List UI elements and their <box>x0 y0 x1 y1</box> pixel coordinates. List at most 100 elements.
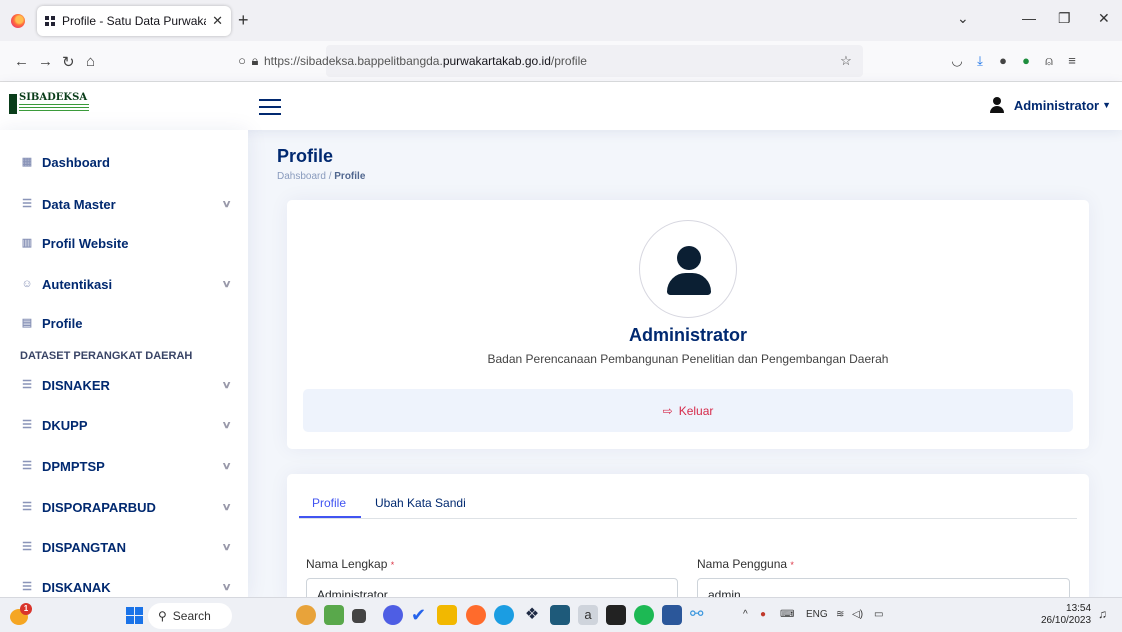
sidebar-item-profile[interactable]: ▤ Profile <box>20 311 230 335</box>
taskbar-app-game-icon[interactable] <box>296 605 316 625</box>
clock-date: 26/10/2023 <box>1041 615 1092 626</box>
taskbar-app-edge-icon[interactable] <box>494 605 514 625</box>
url-text[interactable]: https://sibadeksa.bappelitbangda.purwaka… <box>264 54 587 68</box>
taskbar-app-todo-icon[interactable]: ✔ <box>411 605 431 625</box>
chevron-down-icon: ∨ <box>221 581 232 593</box>
clock-time: 13:54 <box>1066 603 1092 614</box>
windows-start-icon[interactable] <box>126 607 143 624</box>
download-icon[interactable]: ⤓ <box>972 53 988 69</box>
sidebar-item-profil-website[interactable]: ▥ Profil Website <box>20 231 230 255</box>
taskbar-app-chat-icon[interactable] <box>383 605 403 625</box>
notification-badge: 1 <box>20 603 32 615</box>
taskbar-app-network-icon[interactable]: ⚯ <box>690 605 710 625</box>
person-icon <box>677 246 701 270</box>
database-icon: ☰ <box>22 541 32 553</box>
app-header: SIBADEKSA <box>0 82 1122 130</box>
grid-icon: ▦ <box>21 156 33 168</box>
card-icon: ▤ <box>21 317 33 329</box>
database-icon: ☰ <box>22 460 32 472</box>
user-name: Administrator <box>1013 97 1100 113</box>
breadcrumb-current: Profile <box>334 171 366 182</box>
profile-organization: Badan Perencanaan Pembangunan Penelitian… <box>487 352 889 366</box>
sidebar-item-disporaparbud[interactable]: ☰ DISPORAPARBUD ∨ <box>20 495 232 519</box>
menu-icon[interactable]: ≡ <box>1064 53 1080 69</box>
sidebar-item-dpmptsp[interactable]: ☰ DPMPTSP ∨ <box>20 454 232 478</box>
bookmark-star-icon[interactable]: ☆ <box>838 53 854 69</box>
close-tab-icon[interactable]: ✕ <box>212 13 223 29</box>
chevron-up-icon[interactable]: ^ <box>743 609 748 620</box>
new-tab-button[interactable]: + <box>238 10 249 31</box>
tab-list-icon[interactable]: ⌄ <box>957 10 969 27</box>
taskbar-app-amazon-icon[interactable]: a <box>578 605 598 625</box>
forward-icon[interactable]: → <box>38 53 53 70</box>
person-icon <box>989 97 1004 113</box>
sidebar-item-dkupp[interactable]: ☰ DKUPP ∨ <box>20 413 232 437</box>
taskbar-app-store-icon[interactable] <box>550 605 570 625</box>
breadcrumb: Dahsboard / Profile <box>277 171 366 182</box>
pocket-icon[interactable]: ◡ <box>949 53 965 69</box>
taskbar-app-pre-icon[interactable] <box>324 605 344 625</box>
database-icon: ☰ <box>22 419 32 431</box>
building-icon: ▥ <box>21 237 33 249</box>
sidebar-item-data-master[interactable]: ☰ Data Master ∨ <box>20 192 232 216</box>
full-name-label: Nama Lengkap * <box>306 557 395 571</box>
logout-icon: ⇨ <box>662 403 673 418</box>
taskbar-app-terminal-icon[interactable] <box>352 609 366 623</box>
wifi-icon[interactable]: ≋ <box>836 609 844 620</box>
chevron-down-icon: ∨ <box>221 460 232 472</box>
avatar <box>639 220 737 318</box>
taskbar-app-word-icon[interactable] <box>662 605 682 625</box>
breadcrumb-root[interactable]: Dahsboard <box>277 171 326 182</box>
language-indicator[interactable]: ENG <box>806 609 828 620</box>
close-window-button[interactable]: ✕ <box>1098 10 1110 27</box>
sidebar: ▦ Dashboard ☰ Data Master ∨ ▥ Profil Web… <box>0 130 248 597</box>
search-icon: ⚲ <box>158 609 167 623</box>
taskbar-app-firefox-icon[interactable] <box>466 605 486 625</box>
taskbar-search[interactable]: ⚲ Search <box>148 603 232 629</box>
sidebar-item-disnaker[interactable]: ☰ DISNAKER ∨ <box>20 373 231 397</box>
tab-profile[interactable]: Profile <box>312 496 346 510</box>
minimize-button[interactable]: — <box>1022 10 1036 26</box>
firefox-icon[interactable] <box>11 14 25 28</box>
sidebar-item-diskanak[interactable]: ☰ DISKANAK ∨ <box>20 575 232 597</box>
tab-ubah-kata-sandi[interactable]: Ubah Kata Sandi <box>375 496 466 510</box>
sidebar-section-heading: DATASET PERANGKAT DAERAH <box>20 350 193 362</box>
sidebar-item-dashboard[interactable]: ▦ Dashboard <box>20 150 230 174</box>
database-icon: ☰ <box>22 198 32 210</box>
tray-app-icon[interactable]: ● <box>760 609 766 620</box>
weather-widget[interactable]: 1 <box>10 603 34 625</box>
chevron-down-icon: ∨ <box>221 541 232 553</box>
reload-icon[interactable]: ↻ <box>62 53 75 71</box>
chevron-down-icon: ∨ <box>221 501 232 513</box>
taskbar-app-files-icon[interactable] <box>437 605 457 625</box>
favicon-icon <box>45 16 55 26</box>
home-icon[interactable]: ⌂ <box>86 53 95 70</box>
page-title: Profile <box>277 146 334 166</box>
extension-s-icon[interactable]: ● <box>995 53 1011 69</box>
logout-button[interactable]: ⇨ Keluar <box>303 389 1073 432</box>
restore-button[interactable]: ❐ <box>1058 10 1071 27</box>
clock[interactable]: 13:54 26/10/2023 <box>1041 603 1091 627</box>
taskbar-app-spotify-icon[interactable] <box>634 605 654 625</box>
site-logo[interactable]: SIBADEKSA <box>9 92 89 116</box>
database-icon: ☰ <box>22 379 32 391</box>
chevron-down-icon: ∨ <box>221 198 232 210</box>
hamburger-menu-icon[interactable] <box>259 99 281 115</box>
sidebar-item-autentikasi[interactable]: ☺ Autentikasi ∨ <box>20 272 231 296</box>
user-menu[interactable]: Administrator ▼ <box>989 97 1111 113</box>
taskbar-app-dropbox-icon[interactable]: ❖ <box>522 605 542 625</box>
browser-tab[interactable]: Profile - Satu Data Purwakarta ✕ <box>37 6 231 36</box>
chevron-down-icon: ∨ <box>221 419 232 431</box>
keyboard-icon[interactable]: ⌨ <box>780 609 794 620</box>
notification-bell-icon[interactable]: ♫ <box>1098 607 1107 621</box>
logo-mark-icon <box>9 94 17 114</box>
taskbar-app-sticky-icon[interactable] <box>606 605 626 625</box>
sidebar-item-dispangtan[interactable]: ☰ DISPANGTAN ∨ <box>20 535 232 559</box>
volume-icon[interactable]: ◁) <box>852 609 863 620</box>
profile-name: Administrator <box>628 325 747 345</box>
battery-icon[interactable]: ▭ <box>874 609 883 620</box>
back-icon[interactable]: ← <box>14 53 29 70</box>
extension-a-icon[interactable]: ● <box>1018 53 1034 69</box>
username-label: Nama Pengguna * <box>697 557 794 571</box>
account-icon[interactable]: ⍝ <box>1041 53 1057 69</box>
